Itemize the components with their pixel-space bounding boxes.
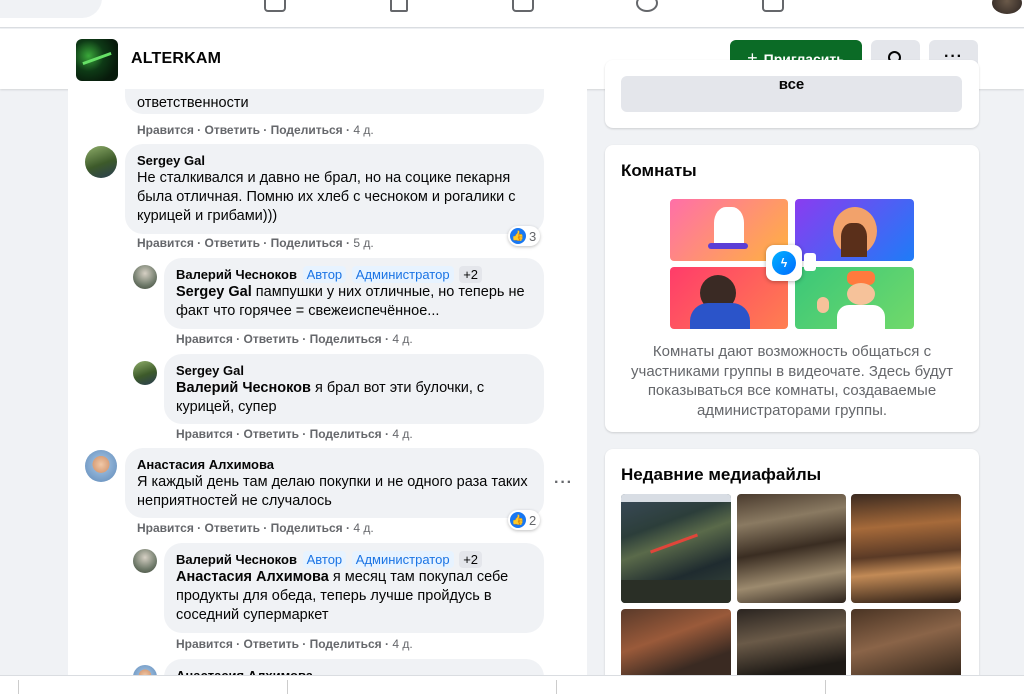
home-icon[interactable] xyxy=(264,0,286,12)
comment-bubble: Sergey Gal Валерий Чесноков я брал вот э… xyxy=(164,354,544,424)
avatar[interactable] xyxy=(85,146,117,178)
avatar[interactable] xyxy=(133,361,157,385)
rooms-title: Комнаты xyxy=(621,161,697,180)
comment-actions: Нравится · Ответить · Поделиться · 4 д. xyxy=(137,521,374,535)
reaction-number: 3 xyxy=(529,228,537,244)
reply-link[interactable]: Ответить xyxy=(205,123,260,137)
share-link[interactable]: Поделиться xyxy=(271,236,343,250)
messenger-icon: ϟ xyxy=(766,245,802,281)
comment-body: Sergey Gal пампушки у них отличные, но т… xyxy=(176,283,532,321)
reaction-count[interactable]: 👍 3 xyxy=(508,226,541,246)
top-navigation xyxy=(0,0,1024,28)
comment-author-row: Валерий Чесноков Автор Администратор +2 xyxy=(176,266,532,283)
share-link[interactable]: Поделиться xyxy=(310,427,382,441)
flag-icon[interactable] xyxy=(390,0,408,12)
comment-text: Я каждый день там делаю покупки и не одн… xyxy=(137,474,528,509)
share-link[interactable]: Поделиться xyxy=(271,521,343,535)
like-icon: 👍 xyxy=(510,228,526,244)
comment-time[interactable]: 5 д. xyxy=(353,236,373,250)
comment-time[interactable]: 4 д. xyxy=(392,637,412,651)
comment-actions: Нравится · Ответить · Поделиться · 4 д. xyxy=(137,123,374,137)
about-card: все xyxy=(605,60,979,128)
taskbar-strip xyxy=(0,675,1024,694)
comment-author[interactable]: Sergey Gal xyxy=(137,152,532,169)
comment-bubble: Анастасия Алхимова Я каждый день там дел… xyxy=(125,448,544,518)
gaming-icon[interactable] xyxy=(762,0,784,12)
media-thumbnail[interactable] xyxy=(621,609,731,679)
comment-actions: Нравится · Ответить · Поделиться · 5 д. xyxy=(137,236,374,250)
reaction-count[interactable]: 👍 2 xyxy=(508,510,541,530)
media-thumbnail[interactable] xyxy=(737,494,846,603)
like-link[interactable]: Нравится xyxy=(176,637,233,651)
group-name[interactable]: ALTERKAM xyxy=(131,50,221,68)
comment-more-icon[interactable]: ··· xyxy=(554,474,573,492)
media-thumbnail[interactable] xyxy=(737,609,846,679)
comment-bubble: Sergey Gal Не сталкивался и давно не бра… xyxy=(125,144,544,234)
reaction-number: 2 xyxy=(529,512,537,528)
comment-author[interactable]: Анастасия Алхимова xyxy=(137,456,532,473)
like-icon: 👍 xyxy=(510,512,526,528)
search-field-stub[interactable] xyxy=(0,0,102,18)
comment-text: ответственности xyxy=(137,95,249,111)
comment-actions: Нравится · Ответить · Поделиться · 4 д. xyxy=(176,637,413,651)
comment-actions: Нравится · Ответить · Поделиться · 4 д. xyxy=(176,332,413,346)
more-badges[interactable]: +2 xyxy=(459,551,483,568)
share-link[interactable]: Поделиться xyxy=(271,123,343,137)
avatar[interactable] xyxy=(133,265,157,289)
groups-icon[interactable] xyxy=(636,0,658,12)
admin-badge[interactable]: Администратор xyxy=(351,551,454,568)
media-thumbnail[interactable] xyxy=(851,494,961,603)
profile-avatar[interactable] xyxy=(992,0,1022,14)
comment-author-row: Валерий Чесноков Автор Администратор +2 xyxy=(176,551,532,568)
comment-time[interactable]: 4 д. xyxy=(353,521,373,535)
see-all-button[interactable]: все xyxy=(621,76,962,112)
comment-bubble: Валерий Чесноков Автор Администратор +2 … xyxy=(164,543,544,633)
avatar[interactable] xyxy=(133,549,157,573)
like-link[interactable]: Нравится xyxy=(137,236,194,250)
comment-bubble: Валерий Чесноков Автор Администратор +2 … xyxy=(164,258,544,329)
reply-link[interactable]: Ответить xyxy=(205,521,260,535)
like-link[interactable]: Нравится xyxy=(137,123,194,137)
like-link[interactable]: Нравится xyxy=(176,427,233,441)
rooms-illustration: ϟ xyxy=(664,199,914,329)
share-link[interactable]: Поделиться xyxy=(310,637,382,651)
comment-time[interactable]: 4 д. xyxy=(392,332,412,346)
avatar[interactable] xyxy=(85,450,117,482)
comments-feed: ответственности Нравится · Ответить · По… xyxy=(68,89,587,679)
like-link[interactable]: Нравится xyxy=(176,332,233,346)
like-link[interactable]: Нравится xyxy=(137,521,194,535)
mention-link[interactable]: Sergey Gal xyxy=(176,284,252,300)
reply-link[interactable]: Ответить xyxy=(244,427,299,441)
reply-link[interactable]: Ответить xyxy=(205,236,260,250)
comment-author[interactable]: Валерий Чесноков xyxy=(176,267,297,282)
media-title: Недавние медиафайлы xyxy=(621,465,822,484)
comment-body: Анастасия Алхимова я месяц там покупал с… xyxy=(176,568,532,625)
comment-time[interactable]: 4 д. xyxy=(353,123,373,137)
comment-author[interactable]: Валерий Чесноков xyxy=(176,552,297,567)
reply-link[interactable]: Ответить xyxy=(244,637,299,651)
media-thumbnail[interactable] xyxy=(851,609,961,679)
see-all-label: все xyxy=(778,75,805,93)
media-thumbnail[interactable] xyxy=(621,494,731,603)
comment-author[interactable]: Sergey Gal xyxy=(176,362,532,379)
author-badge[interactable]: Автор xyxy=(302,266,347,283)
comment-text: Не сталкивался и давно не брал, но на со… xyxy=(137,170,516,224)
dog-illustration xyxy=(714,207,744,247)
more-badges[interactable]: +2 xyxy=(459,266,483,283)
share-link[interactable]: Поделиться xyxy=(310,332,382,346)
watch-icon[interactable] xyxy=(512,0,534,12)
rooms-description: Комнаты дают возможность общаться с учас… xyxy=(631,343,953,419)
comment-time[interactable]: 4 д. xyxy=(392,427,412,441)
comment-body: Валерий Чесноков я брал вот эти булочки,… xyxy=(176,379,532,417)
comment-actions: Нравится · Ответить · Поделиться · 4 д. xyxy=(176,427,413,441)
mention-link[interactable]: Валерий Чесноков xyxy=(176,380,311,396)
group-icon[interactable] xyxy=(76,39,118,81)
admin-badge[interactable]: Администратор xyxy=(351,266,454,283)
mention-link[interactable]: Анастасия Алхимова xyxy=(176,569,329,585)
author-badge[interactable]: Автор xyxy=(302,551,347,568)
comment-bubble: ответственности xyxy=(125,89,544,114)
reply-link[interactable]: Ответить xyxy=(244,332,299,346)
